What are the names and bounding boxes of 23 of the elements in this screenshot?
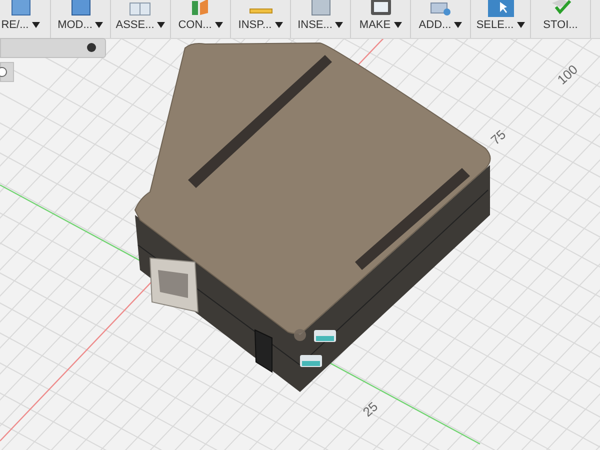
toolbar-icon [311, 0, 330, 16]
toolbar-button[interactable]: STOI... [531, 0, 591, 38]
toolbar-button[interactable]: INSE... [291, 0, 351, 38]
toolbar-icon [430, 2, 450, 16]
side-panel[interactable] [0, 62, 14, 82]
toolbar-button[interactable]: CON... [171, 0, 231, 38]
toolbar-button[interactable]: INSP... [231, 0, 291, 38]
toolbar-button[interactable]: MAKE [351, 0, 411, 38]
toolbar-button[interactable]: ASSE... [111, 0, 171, 38]
browser-panel[interactable] [0, 38, 106, 58]
axis-tick-label: 100 [554, 62, 580, 88]
toolbar-icon [192, 0, 208, 15]
axis-tick-label: 25 [360, 398, 381, 420]
toolbar-icon [249, 8, 272, 14]
panel-toggle-icon[interactable] [87, 43, 96, 52]
toolbar-button[interactable]: ADD... [411, 0, 471, 38]
toolbar-icon [71, 0, 90, 16]
radio-icon[interactable] [0, 67, 7, 77]
axis-tick-label: 75 [488, 126, 509, 148]
toolbar-icon [488, 0, 514, 17]
toolbar-icon [129, 2, 150, 16]
toolbar-button[interactable]: SELE... [471, 0, 531, 38]
toolbar-icon [11, 0, 30, 16]
